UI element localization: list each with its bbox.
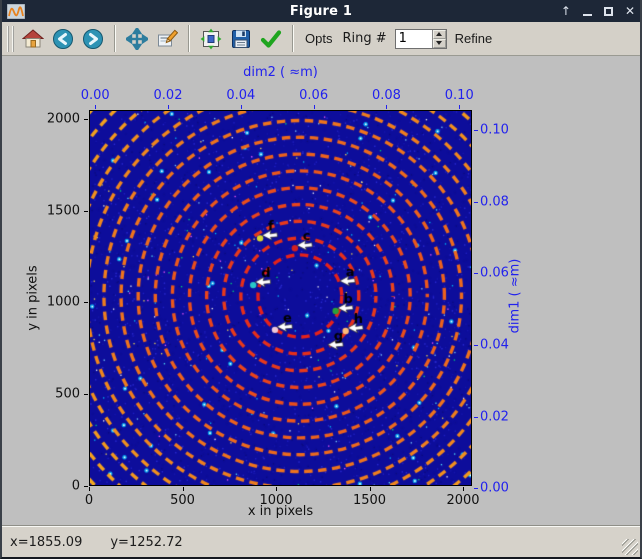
titlebar[interactable]: Figure 1 ↑ ✕ (2, 0, 640, 22)
y-tickmark (84, 302, 88, 303)
navigation-toolbar: Opts Ring # Refine (2, 22, 640, 56)
cursor-y-readout: y=1252.72 (110, 535, 182, 550)
top-tickmark (168, 105, 169, 109)
ring-number-input[interactable] (396, 30, 432, 48)
right-tickmark (474, 130, 478, 131)
right-tickmark (474, 202, 478, 203)
back-icon (52, 28, 74, 50)
plot-axes[interactable] (89, 110, 472, 486)
x-tickmark (463, 487, 464, 491)
save-button[interactable] (227, 25, 255, 53)
x-tick-label: 1500 (353, 493, 386, 508)
maximize-icon (604, 7, 613, 16)
diffraction-image[interactable] (90, 111, 471, 485)
refine-button[interactable]: Refine (451, 31, 497, 46)
ring-number-spinbox (395, 29, 447, 49)
right-tickmark (474, 488, 478, 489)
top-tick-label: 0.08 (372, 88, 401, 103)
pan-icon (126, 28, 148, 50)
subplots-icon (200, 28, 222, 50)
close-icon: ✕ (625, 5, 635, 17)
shade-button[interactable]: ↑ (561, 4, 571, 18)
right-tick-label: 0.08 (480, 194, 509, 209)
maximize-button[interactable] (604, 4, 613, 18)
y-axis-label: y in pixels (26, 265, 41, 330)
y-tick-label: 500 (55, 387, 80, 402)
y-tickmark (84, 394, 88, 395)
toolbar-grip[interactable] (7, 26, 14, 52)
y-tick-label: 2000 (47, 111, 80, 126)
right-tickmark (474, 417, 478, 418)
shade-icon: ↑ (561, 5, 571, 17)
window-title: Figure 1 (2, 4, 640, 19)
x-tick-label: 500 (170, 493, 195, 508)
toolbar-separator (188, 25, 190, 52)
top-tick-label: 0.00 (81, 88, 110, 103)
right-tick-label: 0.04 (480, 337, 509, 352)
figure-canvas-area[interactable]: x in pixels y in pixels dim2 ( ≈m) dim1 … (2, 56, 640, 526)
chevron-down-icon (436, 41, 442, 45)
pan-button[interactable] (123, 25, 151, 53)
right-tick-label: 0.10 (480, 123, 509, 138)
top-axis-label: dim2 ( ≈m) (89, 65, 472, 80)
right-tick-label: 0.00 (480, 481, 509, 496)
x-tick-label: 2000 (446, 493, 479, 508)
top-tick-label: 0.02 (154, 88, 183, 103)
home-icon (22, 28, 44, 50)
y-tick-label: 1500 (47, 203, 80, 218)
opts-button[interactable]: Opts (301, 31, 336, 46)
x-tickmark (370, 487, 371, 491)
top-tick-label: 0.04 (226, 88, 255, 103)
x-tick-label: 0 (85, 493, 93, 508)
top-tickmark (459, 105, 460, 109)
x-tick-label: 1000 (259, 493, 292, 508)
chevron-up-icon (436, 32, 442, 36)
top-tickmark (95, 105, 96, 109)
apply-button[interactable] (257, 25, 285, 53)
toolbar-separator (114, 25, 116, 52)
right-tick-label: 0.02 (480, 409, 509, 424)
top-tickmark (314, 105, 315, 109)
figure-window: Figure 1 ↑ ✕ (0, 0, 642, 559)
resize-grip[interactable] (622, 539, 638, 555)
toolbar-separator (292, 25, 294, 52)
spin-down-button[interactable] (433, 39, 446, 48)
top-tick-label: 0.06 (299, 88, 328, 103)
x-tickmark (276, 487, 277, 491)
right-tickmark (474, 273, 478, 274)
y-tickmark (84, 486, 88, 487)
right-tickmark (474, 345, 478, 346)
spin-up-button[interactable] (433, 30, 446, 39)
matplotlib-icon (7, 4, 25, 19)
y-tickmark (84, 211, 88, 212)
right-axis-label: dim1 ( ≈m) (508, 259, 523, 334)
top-tickmark (386, 105, 387, 109)
ring-number-label: Ring # (338, 31, 390, 46)
y-tickmark (84, 119, 88, 120)
y-tick-label: 0 (72, 479, 80, 494)
forward-button[interactable] (79, 25, 107, 53)
checkmark-icon (259, 28, 283, 50)
top-tickmark (241, 105, 242, 109)
right-tick-label: 0.06 (480, 266, 509, 281)
close-button[interactable]: ✕ (625, 4, 635, 18)
edit-icon (156, 28, 178, 50)
statusbar: x=1855.09 y=1252.72 (2, 526, 640, 557)
home-button[interactable] (19, 25, 47, 53)
x-tickmark (183, 487, 184, 491)
x-tickmark (89, 487, 90, 491)
top-tick-label: 0.10 (445, 88, 474, 103)
minimize-button[interactable] (583, 4, 592, 18)
cursor-x-readout: x=1855.09 (10, 535, 82, 550)
save-icon (230, 28, 252, 50)
subplots-button[interactable] (197, 25, 225, 53)
y-tick-label: 1000 (47, 295, 80, 310)
minimize-icon (583, 6, 592, 16)
back-button[interactable] (49, 25, 77, 53)
edit-button[interactable] (153, 25, 181, 53)
forward-icon (82, 28, 104, 50)
